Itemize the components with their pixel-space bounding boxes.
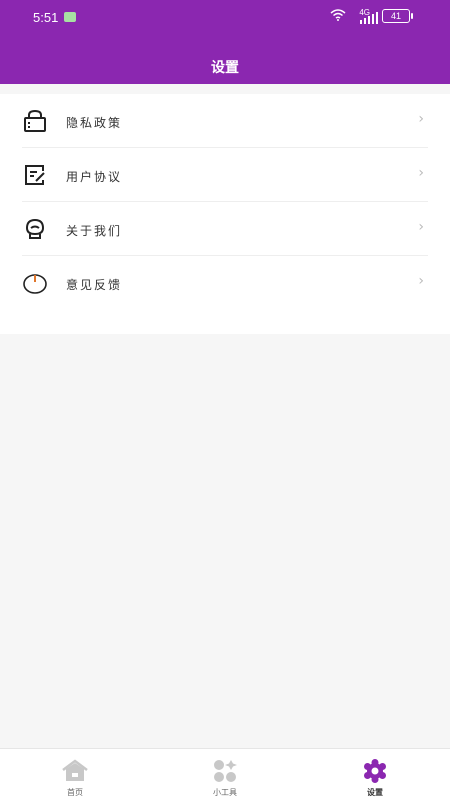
chevron-right-icon: › (418, 165, 424, 181)
info-mascot-icon (25, 218, 45, 239)
settings-item-agreement[interactable]: 用户协议 › (0, 148, 450, 202)
chevron-right-icon: › (418, 273, 424, 289)
wifi-icon (330, 9, 346, 21)
home-icon (62, 759, 88, 781)
battery-icon: 41 (382, 9, 413, 23)
edit-document-icon (25, 165, 45, 185)
tab-tools[interactable]: 小工具 (150, 749, 300, 801)
tab-home[interactable]: 首页 (0, 749, 150, 801)
bottom-tab-bar: 首页 小工具 设置 (0, 748, 450, 801)
chevron-right-icon: › (418, 111, 424, 127)
tools-icon (214, 760, 237, 782)
settings-item-privacy[interactable]: 隐私政策 › (0, 94, 450, 148)
settings-item-feedback[interactable]: 意见反馈 › (0, 256, 450, 310)
lock-icon (24, 109, 46, 132)
battery-level: 41 (390, 11, 401, 21)
status-bar: 5:51 4G 41 (0, 0, 450, 34)
settings-item-label: 隐私政策 (66, 116, 123, 130)
settings-item-label: 意见反馈 (66, 278, 123, 292)
tab-settings[interactable]: 设置 (300, 749, 450, 801)
tab-label: 首页 (67, 788, 83, 797)
message-notification-icon (64, 12, 76, 22)
settings-item-label: 用户协议 (66, 170, 123, 184)
settings-item-label: 关于我们 (66, 224, 123, 238)
tab-label: 设置 (367, 788, 383, 797)
tab-label: 小工具 (213, 788, 237, 797)
app-header: 5:51 4G 41 设置 (0, 0, 450, 84)
gear-icon (364, 759, 386, 783)
status-time: 5:51 (33, 10, 59, 25)
power-icon (23, 274, 47, 294)
settings-item-about[interactable]: 关于我们 › (0, 202, 450, 256)
page-title: 设置 (211, 60, 239, 76)
signal-icon (360, 10, 378, 24)
chevron-right-icon: › (418, 219, 424, 235)
settings-list: 隐私政策 › 用户协议 › 关于我们 › 意见反馈 › (0, 94, 450, 334)
